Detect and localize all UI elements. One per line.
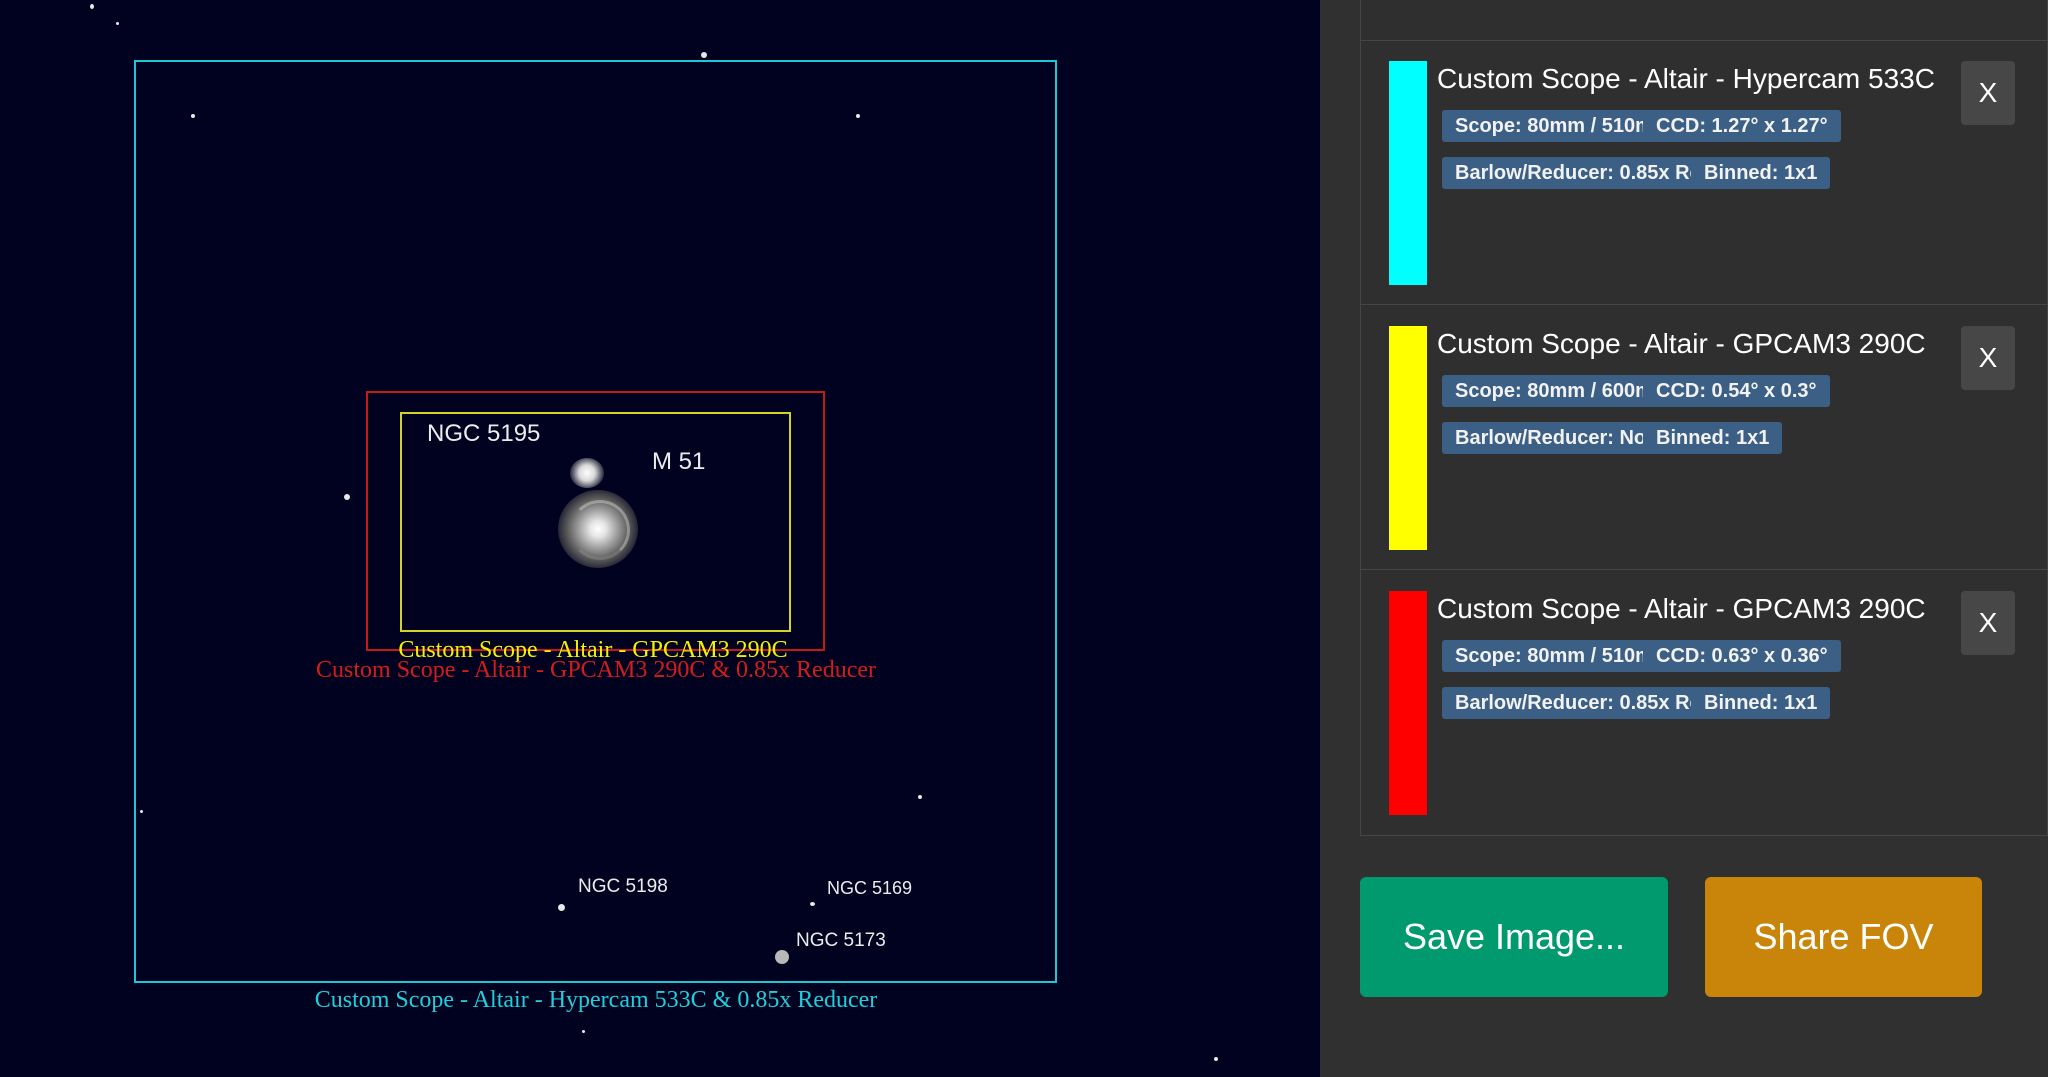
label-ngc5195: NGC 5195: [427, 420, 541, 447]
remove-equipment-button[interactable]: X: [1961, 61, 2015, 125]
ccd-badge: CCD: 1.27° x 1.27°: [1643, 110, 1841, 142]
equipment-panel: Custom Scope - Altair - Hypercam 533C Sc…: [1320, 0, 2048, 1077]
star: [116, 22, 119, 25]
equipment-title: Custom Scope - Altair - GPCAM3 290C: [1437, 328, 1926, 359]
label-ngc5173: NGC 5173: [796, 930, 886, 951]
fov-caption-red: Custom Scope - Altair - GPCAM3 290C & 0.…: [316, 657, 876, 683]
fov-color-swatch-yellow: [1389, 326, 1427, 550]
remove-equipment-button[interactable]: X: [1961, 591, 2015, 655]
sky-view[interactable]: NGC 5195 M 51 NGC 5198 NGC 5169 NGC 5173…: [0, 0, 1320, 1077]
save-image-button[interactable]: Save Image...: [1360, 877, 1668, 997]
label-ngc5198: NGC 5198: [578, 876, 668, 897]
binned-badge: Binned: 1x1: [1691, 687, 1831, 719]
remove-equipment-button[interactable]: X: [1961, 326, 2015, 390]
star: [1214, 1057, 1218, 1061]
label-m51: M 51: [652, 448, 706, 475]
fov-color-swatch-red: [1389, 591, 1427, 815]
ccd-badge: CCD: 0.54° x 0.3°: [1643, 375, 1830, 407]
binned-badge: Binned: 1x1: [1691, 157, 1831, 189]
share-fov-button[interactable]: Share FOV: [1705, 877, 1982, 997]
star: [90, 4, 94, 9]
fov-caption-cyan: Custom Scope - Altair - Hypercam 533C & …: [314, 987, 878, 1013]
ccd-badge: CCD: 0.63° x 0.36°: [1643, 640, 1841, 672]
equipment-title: Custom Scope - Altair - GPCAM3 290C: [1437, 593, 1926, 624]
binned-badge: Binned: 1x1: [1643, 422, 1783, 454]
label-ngc5169: NGC 5169: [827, 878, 913, 898]
fov-color-swatch-cyan: [1389, 61, 1427, 285]
equipment-entry: Custom Scope - Altair - Hypercam 533C Sc…: [1361, 41, 2047, 305]
equipment-title: Custom Scope - Altair - Hypercam 533C: [1437, 63, 1935, 94]
star: [701, 52, 707, 58]
equipment-list: Custom Scope - Altair - Hypercam 533C Sc…: [1360, 0, 2048, 836]
equipment-entry: Custom Scope - Altair - GPCAM3 290C Scop…: [1361, 306, 2047, 570]
list-top-strip: [1361, 0, 2047, 41]
star: [582, 1030, 585, 1033]
equipment-entry: Custom Scope - Altair - GPCAM3 290C Scop…: [1361, 571, 2047, 835]
